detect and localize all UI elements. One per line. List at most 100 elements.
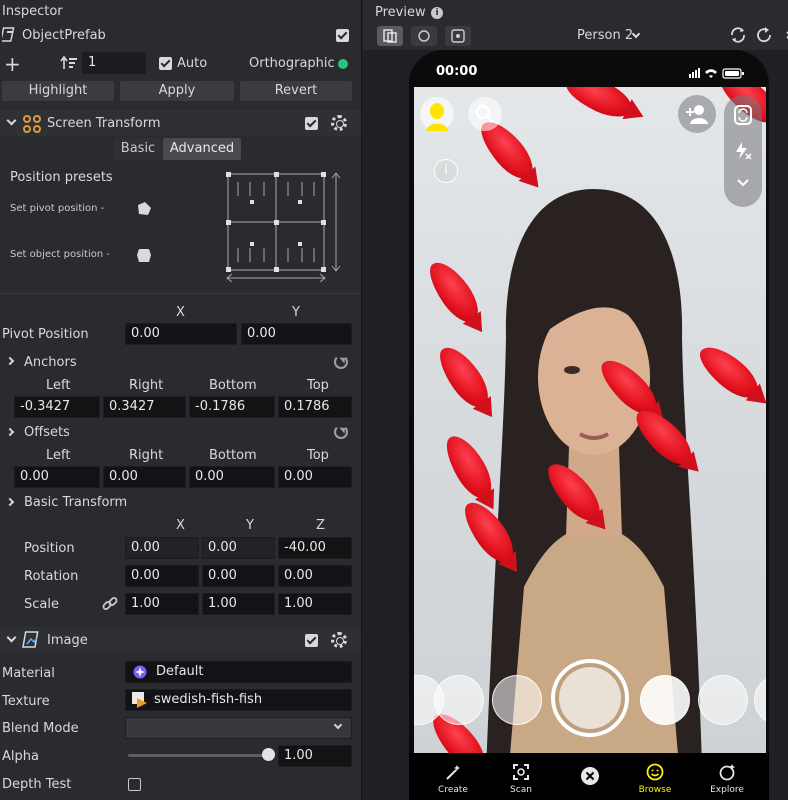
anchors-left-header: Left — [46, 378, 71, 393]
pivot-x-field[interactable]: 0.00 — [125, 323, 237, 345]
offsets-right-header: Right — [129, 448, 164, 463]
bitmoji-avatar[interactable] — [420, 97, 454, 131]
basic-transform-expand-icon[interactable] — [5, 497, 15, 507]
scan-icon — [513, 764, 529, 780]
chevron-down-icon[interactable] — [737, 177, 749, 187]
anchors-reset-icon[interactable] — [334, 355, 348, 369]
flash-off-icon[interactable] — [733, 141, 753, 161]
tab-scan[interactable]: Scan — [491, 763, 551, 795]
material-field[interactable]: Default — [125, 661, 352, 683]
offsets-left-header: Left — [46, 448, 71, 463]
anchor-left-field[interactable]: -0.3427 — [14, 396, 100, 418]
lens-carousel-item[interactable] — [434, 675, 484, 725]
flip-camera-icon[interactable] — [733, 104, 753, 126]
object-enabled-checkbox[interactable] — [336, 29, 349, 42]
auto-checkbox[interactable] — [159, 57, 172, 70]
anchors-expand-icon[interactable] — [5, 356, 15, 366]
anchors-label: Anchors — [24, 355, 77, 370]
layer-input[interactable]: 1 — [82, 52, 146, 74]
capture-button[interactable] — [551, 659, 629, 737]
highlight-button[interactable]: Highlight — [2, 81, 114, 101]
revert-button[interactable]: Revert — [240, 81, 352, 101]
image-gear-icon[interactable] — [331, 632, 347, 648]
search-icon[interactable] — [468, 97, 502, 131]
offset-bottom-field[interactable]: 0.00 — [189, 466, 275, 488]
offset-right-field[interactable]: 0.00 — [103, 466, 186, 488]
refresh-icon[interactable] — [755, 26, 773, 44]
rotation-x-field[interactable]: 0.00 — [125, 565, 199, 587]
add-icon[interactable]: + — [4, 52, 21, 76]
transform-x-header: X — [176, 518, 185, 533]
anchor-bottom-field[interactable]: -0.1786 — [189, 396, 275, 418]
magic-wand-icon — [446, 765, 460, 780]
person-selector[interactable]: Person 2 — [577, 28, 633, 43]
position-y-field[interactable]: 0.00 — [202, 537, 275, 559]
blend-mode-label: Blend Mode — [2, 721, 79, 736]
offset-left-field[interactable]: 0.00 — [14, 466, 100, 488]
screen-transform-enabled-checkbox[interactable] — [305, 117, 318, 130]
object-preset-icon[interactable] — [135, 246, 153, 264]
offsets-reset-icon[interactable] — [334, 425, 348, 439]
screen-transform-gear-icon[interactable] — [331, 115, 347, 131]
add-friend-icon[interactable] — [678, 95, 716, 133]
lens-info-icon[interactable]: i — [434, 159, 458, 183]
position-presets-label: Position presets — [10, 170, 113, 185]
set-object-label: Set object position - — [10, 249, 110, 260]
rotation-label: Rotation — [24, 569, 79, 584]
tab-create-label: Create — [438, 785, 468, 795]
tab-explore[interactable]: Explore — [697, 763, 757, 795]
alpha-slider-thumb[interactable] — [261, 748, 275, 761]
camera-controls — [724, 95, 762, 207]
lens-preview-screen[interactable]: i — [414, 87, 766, 800]
image-component-icon — [22, 630, 42, 650]
position-z-field[interactable]: -40.00 — [278, 537, 352, 559]
lens-carousel-item[interactable] — [698, 675, 748, 725]
info-icon[interactable]: i — [431, 7, 443, 19]
link-icon[interactable] — [101, 595, 119, 613]
sync-icon[interactable] — [729, 26, 747, 44]
image-enabled-checkbox[interactable] — [305, 634, 318, 647]
anchor-right-field[interactable]: 0.3427 — [103, 396, 186, 418]
screen-transform-icon — [22, 114, 42, 134]
position-x-field[interactable]: 0.00 — [125, 537, 199, 559]
anchor-top-field[interactable]: 0.1786 — [278, 396, 352, 418]
lens-carousel-item[interactable] — [640, 675, 690, 725]
tab-advanced[interactable]: Advanced — [163, 138, 241, 160]
object-name[interactable]: ObjectPrefab — [22, 28, 106, 43]
rotation-z-field[interactable]: 0.00 — [278, 565, 352, 587]
offset-top-field[interactable]: 0.00 — [278, 466, 352, 488]
offsets-expand-icon[interactable] — [5, 427, 15, 437]
material-icon — [132, 664, 148, 680]
scale-x-field[interactable]: 1.00 — [125, 593, 199, 615]
anchor-preset-grid[interactable] — [224, 170, 344, 283]
more-icon[interactable] — [781, 26, 788, 44]
tab-create[interactable]: Create — [423, 763, 483, 795]
pivot-y-field[interactable]: 0.00 — [241, 323, 352, 345]
texture-field[interactable]: swedish-fish-fish — [125, 689, 352, 711]
device-view-button[interactable] — [377, 26, 403, 46]
lens-carousel-item[interactable] — [754, 675, 766, 725]
scale-y-field[interactable]: 1.00 — [202, 593, 275, 615]
blend-mode-select[interactable] — [125, 717, 352, 739]
rotation-y-field[interactable]: 0.00 — [202, 565, 275, 587]
depth-test-checkbox[interactable] — [128, 778, 141, 791]
tab-browse[interactable]: Browse — [625, 763, 685, 795]
orthographic-status-dot[interactable] — [338, 59, 348, 69]
pivot-preset-icon[interactable] — [135, 200, 153, 218]
explore-icon — [719, 764, 735, 781]
camera-mode-button[interactable] — [411, 26, 437, 46]
alpha-slider-track[interactable] — [128, 754, 268, 757]
tab-close[interactable] — [560, 767, 620, 789]
image-title: Image — [47, 633, 88, 648]
lens-carousel-item[interactable] — [492, 675, 542, 725]
texture-icon — [131, 691, 149, 709]
anchors-top-header: Top — [307, 378, 329, 393]
alpha-field[interactable]: 1.00 — [278, 745, 352, 767]
scale-z-field[interactable]: 1.00 — [278, 593, 352, 615]
close-icon — [581, 767, 599, 785]
tab-basic[interactable]: Basic — [114, 138, 162, 160]
interactive-mode-button[interactable] — [445, 26, 471, 46]
offsets-top-header: Top — [307, 448, 329, 463]
layer-sort-icon — [60, 55, 78, 70]
apply-button[interactable]: Apply — [120, 81, 234, 101]
